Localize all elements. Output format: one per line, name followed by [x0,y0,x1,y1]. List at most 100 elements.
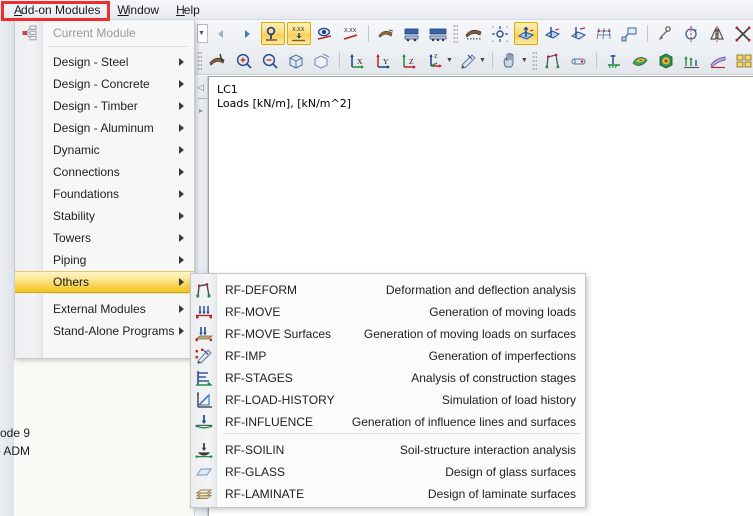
menu-item-foundations[interactable]: Foundations [15,183,194,205]
working-plane-yz-button[interactable] [566,22,590,45]
zoom-window-button[interactable] [232,49,256,72]
pan-button[interactable] [498,49,522,72]
svg-text:Z: Z [434,54,438,60]
menu-item-piping[interactable]: Piping [15,249,194,271]
chevron-down-icon-2[interactable]: ▼ [479,57,486,64]
panel-button[interactable] [732,49,753,72]
menubar-window-label: indow [127,2,160,17]
nav-forward-button[interactable] [235,22,259,45]
submenu-item-rf-move[interactable]: RF-MOVE Generation of moving loads [191,301,585,323]
working-plane-xz-button[interactable] [540,22,564,45]
submenu-item-name: RF-INFLUENCE [225,415,314,429]
solid-model-button[interactable] [462,22,486,45]
zoom-out-button[interactable] [258,49,282,72]
view-combo[interactable]: ▼ [197,24,208,43]
menu-item-towers[interactable]: Towers [15,227,194,249]
moving-loads-icon [194,303,214,321]
grid-snap-button[interactable] [488,22,512,45]
submenu-arrow-icon [179,190,184,198]
svg-text:X.XX: X.XX [292,27,305,33]
render-button[interactable] [374,22,398,45]
menu-item-dynamic[interactable]: Dynamic [15,139,194,161]
delete-node-button[interactable] [731,22,753,45]
soil-icon [194,441,214,459]
submenu-item-description: Soil-structure interaction analysis [399,443,576,457]
submenu-item-name: RF-IMP [225,349,267,363]
submenu-item-rf-deform[interactable]: RF-DEFORM Deformation and deflection anal… [191,279,585,301]
menubar-window[interactable]: Window [109,1,168,19]
menu-item-stability[interactable]: Stability [15,205,194,227]
show-values-button[interactable]: X.XX [286,22,311,45]
submenu-item-rf-move-surfaces[interactable]: RF-MOVE Surfaces Generation of moving loa… [191,323,585,345]
canvas-collapse-icon[interactable]: ◁ [197,82,204,93]
submenu-item-rf-load-history[interactable]: RF-LOAD-HISTORY Simulation of load histor… [191,389,585,411]
zoom-previous-button[interactable] [310,49,334,72]
submenu-item-rf-stages[interactable]: RF-STAGES Analysis of construction stages [191,367,585,389]
menu-item-label: Others [53,275,90,289]
submenu-item-rf-influence[interactable]: RF-INFLUENCE Generation of influence line… [191,411,585,433]
deformation-button[interactable] [680,49,704,72]
submenu-item-rf-imp[interactable]: RF-IMP Generation of imperfections [191,345,585,367]
rotate-button[interactable] [679,22,703,45]
submenu-item-rf-glass[interactable]: RF-GLASS Design of glass surfaces [191,461,585,483]
background-text-line2: o ADM [0,444,31,458]
nav-back-button[interactable] [209,22,233,45]
menubar-help-label: elp [183,2,200,17]
snap-object-button[interactable] [618,22,642,45]
menu-item-label: Design - Steel [53,55,129,69]
chevron-down-icon-3[interactable]: ▼ [521,57,528,64]
chevron-down-icon[interactable]: ▼ [446,57,453,64]
zoom-all-button[interactable] [284,49,308,72]
menu-item-design-aluminum[interactable]: Design - Aluminum [15,117,194,139]
display-eye-button[interactable] [313,22,337,45]
laminate-layers-icon [194,485,214,503]
submenu-arrow-icon [179,278,184,286]
toolbar-separator-5 [595,52,597,69]
toolbar-separator-2 [646,25,648,42]
menu-item-others[interactable]: Others [15,271,194,293]
submenu-item-rf-soilin[interactable]: RF-SOILIN Soil-structure interaction anal… [191,439,585,461]
menu-item-design-concrete[interactable]: Design - Concrete [15,73,194,95]
menu-item-label: Design - Concrete [53,77,150,91]
values-gradient-button[interactable]: X.XX [339,22,363,45]
influence-line-icon [194,413,214,431]
print-preview-button[interactable] [206,49,230,72]
submenu-item-rf-laminate[interactable]: RF-LAMINATE Design of laminate surfaces [191,483,585,505]
menubar-help[interactable]: Help [168,1,209,19]
view-y-button[interactable]: Y [371,49,395,72]
submenu-arrow-icon [179,234,184,242]
pointer-snap-button[interactable] [653,22,677,45]
support-reaction-button[interactable] [602,49,626,72]
menu-item-external-modules[interactable]: External Modules [15,298,194,320]
toolbar-grip[interactable] [452,24,458,43]
grid-button[interactable] [592,22,616,45]
render-mode-button[interactable] [456,49,480,72]
view-z-button[interactable]: Z [397,49,421,72]
addon-modules-dropdown: Current Module Design - Steel Design - Co… [14,20,195,359]
canvas-strip-divider [198,98,207,99]
surface-result-button[interactable] [628,49,652,72]
frame-result-button[interactable] [541,49,565,72]
result-diagram-button[interactable] [706,49,730,72]
view-isometric-button[interactable]: Z [423,49,447,72]
view-x-button[interactable]: X [345,49,369,72]
menu-item-stand-alone-programs[interactable]: Stand-Alone Programs [15,320,194,342]
working-plane-xy-button[interactable] [513,22,538,45]
menu-item-design-steel[interactable]: Design - Steel [15,51,194,73]
mirror-button[interactable] [705,22,729,45]
load-combination-button[interactable] [426,22,450,45]
toolbar-grip-3[interactable] [531,51,537,70]
submenu-item-description: Generation of moving loads on surfaces [363,327,576,341]
svg-text:Y: Y [383,57,389,66]
toolbar-grip-2[interactable] [197,51,202,70]
load-case-button[interactable] [400,22,424,45]
menu-item-design-timber[interactable]: Design - Timber [15,95,194,117]
show-numbering-button[interactable] [260,22,285,45]
dropdown-item-list-after: External Modules Stand-Alone Programs [15,298,194,342]
solid-result-button[interactable] [654,49,678,72]
menu-item-label: Towers [53,231,92,245]
menu-item-label: Foundations [53,187,120,201]
menu-item-connections[interactable]: Connections [15,161,194,183]
member-result-button[interactable] [567,49,591,72]
menubar-addon-modules[interactable]: Add-on Modules [6,1,109,19]
